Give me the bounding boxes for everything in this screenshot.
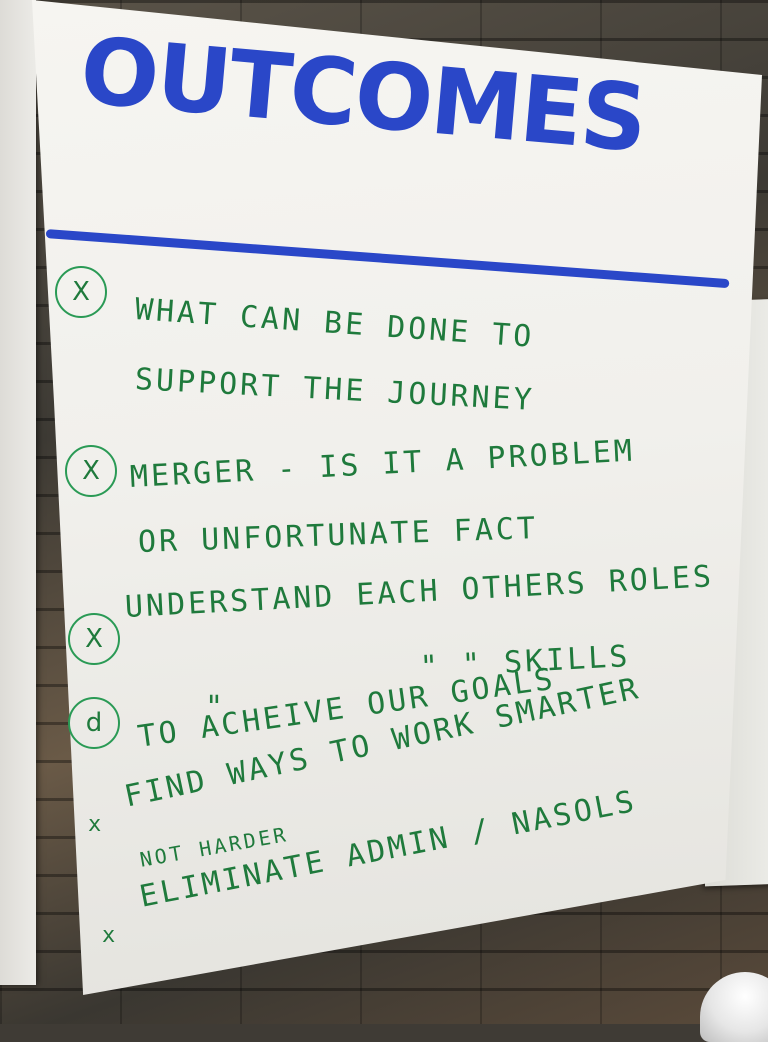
item-2-bullet: X	[65, 445, 117, 497]
item-5-bullet: x	[88, 812, 105, 837]
item-3-bullet: X	[68, 613, 120, 665]
item-4-bullet: d	[68, 697, 120, 749]
item-1-bullet: X	[55, 266, 107, 318]
adjacent-poster-left	[0, 0, 36, 985]
item-6-bullet: x	[102, 923, 119, 948]
